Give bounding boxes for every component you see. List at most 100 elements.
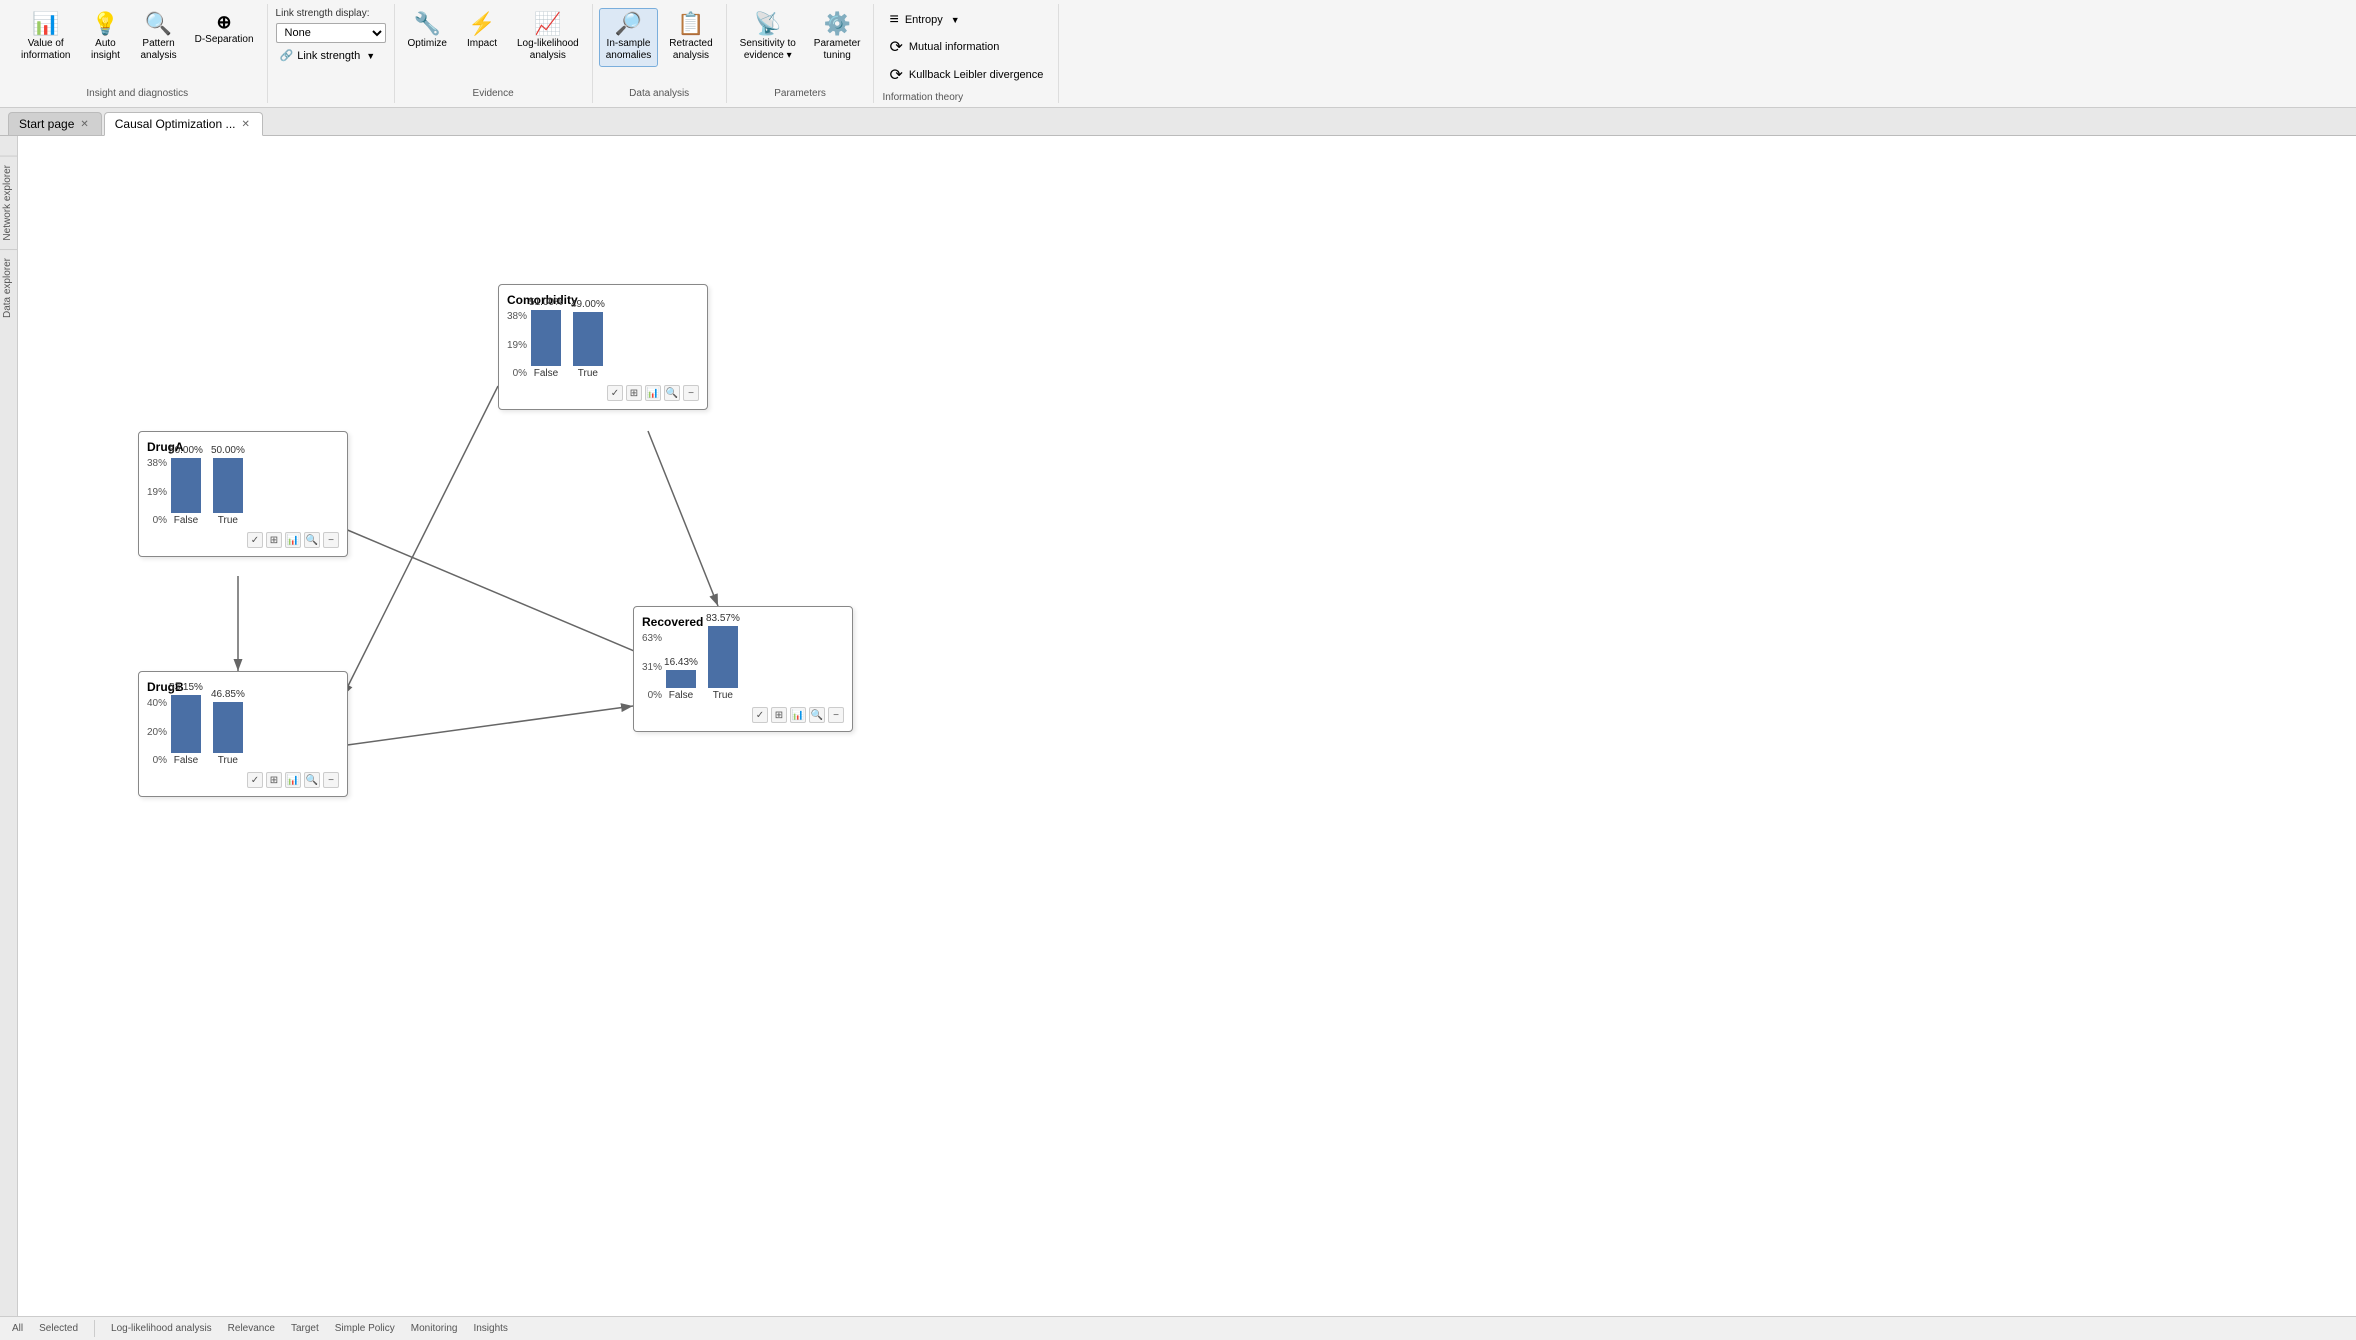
toolbar-data-analysis-items: 🔎 In-sample anomalies 📋 Retracted analys… (599, 8, 720, 84)
druga-node[interactable]: DrugA 38% 19% 0% 50.00% False 50.00% (138, 431, 348, 557)
comorbidity-node[interactable]: Comorbidity 38% 19% 0% 51.00% False 49.0… (498, 284, 708, 410)
bottom-simple-policy[interactable]: Simple Policy (331, 1321, 399, 1336)
insight-group-label: Insight and diagnostics (86, 86, 188, 99)
mutual-information-button[interactable]: ⟳ Mutual information (882, 34, 1050, 60)
pattern-icon: 🔍 (145, 13, 172, 35)
param-tuning-icon: ⚙️ (823, 13, 850, 35)
toolbar-group-parameters: 📡 Sensitivity to evidence ▾ ⚙️ Parameter… (727, 4, 875, 103)
tab-causal-close[interactable]: ✕ (239, 119, 251, 130)
recovered-y-axis: 63% 31% 0% (642, 633, 662, 703)
canvas-area[interactable]: Comorbidity 38% 19% 0% 51.00% False 49.0… (18, 136, 2356, 1316)
recovered-node[interactable]: Recovered 63% 31% 0% 16.43% False 83.57% (633, 606, 853, 732)
recovered-false-label: False (669, 690, 693, 701)
drugb-tool-table[interactable]: ⊞ (266, 772, 282, 788)
bottom-target[interactable]: Target (287, 1321, 323, 1336)
pattern-analysis-button[interactable]: 🔍 Pattern analysis (133, 8, 183, 67)
recovered-tool-table[interactable]: ⊞ (771, 707, 787, 723)
drugb-chart: 40% 20% 0% 53.15% False 46.85% True (147, 698, 339, 768)
drugb-tool-check[interactable]: ✓ (247, 772, 263, 788)
entropy-button[interactable]: ≡ Entropy ▼ (882, 8, 1050, 32)
recovered-tool-minus[interactable]: − (828, 707, 844, 723)
value-of-information-button[interactable]: 📊 Value of information (14, 8, 77, 67)
toolbar-group-evidence: 🔧 Optimize ⚡ Impact 📈 Log-likelihood ana… (395, 4, 593, 103)
recovered-bar-true: 83.57% True (706, 613, 740, 701)
bottom-log-likelihood[interactable]: Log-likelihood analysis (107, 1321, 216, 1336)
toolbar-group-data-analysis: 🔎 In-sample anomalies 📋 Retracted analys… (593, 4, 727, 103)
log-likelihood-button[interactable]: 📈 Log-likelihood analysis (510, 8, 586, 67)
entropy-icon: ≡ (889, 11, 898, 29)
optimize-icon: 🔧 (414, 13, 441, 35)
entropy-dropdown: ▼ (951, 15, 960, 25)
recovered-title: Recovered (642, 615, 844, 629)
comorbidity-tool-search[interactable]: 🔍 (664, 385, 680, 401)
druga-false-label: False (174, 515, 198, 526)
drugb-true-pct: 46.85% (211, 689, 245, 700)
log-likelihood-icon: 📈 (534, 13, 561, 35)
data-analysis-group-label: Data analysis (629, 86, 689, 99)
sensitivity-button[interactable]: 📡 Sensitivity to evidence ▾ (733, 8, 803, 67)
drugb-toolbar: ✓ ⊞ 📊 🔍 − (147, 772, 339, 788)
recovered-toolbar: ✓ ⊞ 📊 🔍 − (642, 707, 844, 723)
tab-start-page-close[interactable]: ✕ (78, 119, 90, 130)
bottom-all[interactable]: All (8, 1321, 27, 1336)
druga-bar-true: 50.00% True (211, 445, 245, 526)
auto-insight-label: Auto insight (91, 38, 120, 62)
drugb-tool-search[interactable]: 🔍 (304, 772, 320, 788)
d-separation-button[interactable]: ⊕ D-Separation (188, 8, 261, 51)
drugb-tool-chart[interactable]: 📊 (285, 772, 301, 788)
druga-chart: 38% 19% 0% 50.00% False 50.00% True (147, 458, 339, 528)
tab-start-page[interactable]: Start page ✕ (8, 112, 102, 135)
link-strength-dropdown-arrow: ▼ (366, 51, 375, 61)
impact-button[interactable]: ⚡ Impact (458, 8, 506, 55)
drugb-bar-true: 46.85% True (211, 689, 245, 766)
retracted-analysis-button[interactable]: 📋 Retracted analysis (662, 8, 719, 67)
comorbidity-tool-minus[interactable]: − (683, 385, 699, 401)
info-theory-group-label: Information theory (882, 90, 1050, 103)
recovered-true-pct: 83.57% (706, 613, 740, 624)
druga-tool-minus[interactable]: − (323, 532, 339, 548)
bottom-selected[interactable]: Selected (35, 1321, 82, 1336)
sidebar-item-network-explorer[interactable]: Network explorer (0, 156, 17, 249)
comorbidity-tool-table[interactable]: ⊞ (626, 385, 642, 401)
druga-tool-chart[interactable]: 📊 (285, 532, 301, 548)
recovered-tool-search[interactable]: 🔍 (809, 707, 825, 723)
link-strength-button[interactable]: 🔗 Link strength ▼ (276, 47, 386, 64)
druga-false-pct: 50.00% (169, 445, 203, 456)
kullback-leibler-button[interactable]: ⟳ Kullback Leibler divergence (882, 62, 1050, 88)
toolbar-evidence-items: 🔧 Optimize ⚡ Impact 📈 Log-likelihood ana… (401, 8, 586, 84)
bottom-relevance[interactable]: Relevance (224, 1321, 279, 1336)
bottom-separator-1 (94, 1320, 95, 1336)
drugb-true-label: True (218, 755, 238, 766)
drugb-node[interactable]: DrugB 40% 20% 0% 53.15% False 46.85% (138, 671, 348, 797)
drugb-tool-minus[interactable]: − (323, 772, 339, 788)
parameter-tuning-button[interactable]: ⚙️ Parameter tuning (807, 8, 868, 67)
comorbidity-bars: 51.00% False 49.00% True (529, 311, 605, 381)
sidebar-item-data-explorer[interactable]: Data explorer (0, 249, 17, 326)
comorbidity-true-label: True (578, 368, 598, 379)
link-strength-select[interactable]: None Link strength Mutual information Ku… (276, 23, 386, 43)
bottom-monitoring[interactable]: Monitoring (407, 1321, 462, 1336)
bottom-bar: All Selected Log-likelihood analysis Rel… (0, 1316, 2356, 1340)
tab-causal-optimization[interactable]: Causal Optimization ... ✕ (104, 112, 263, 136)
recovered-tool-chart[interactable]: 📊 (790, 707, 806, 723)
druga-tool-search[interactable]: 🔍 (304, 532, 320, 548)
drugb-false-pct: 53.15% (169, 682, 203, 693)
toolbar-group-insight: 📊 Value of information 💡 Auto insight 🔍 … (8, 4, 268, 103)
d-sep-icon: ⊕ (217, 13, 232, 31)
in-sample-anomalies-button[interactable]: 🔎 In-sample anomalies (599, 8, 659, 67)
recovered-tool-check[interactable]: ✓ (752, 707, 768, 723)
pattern-label: Pattern analysis (140, 38, 176, 62)
druga-toolbar: ✓ ⊞ 📊 🔍 − (147, 532, 339, 548)
optimize-button[interactable]: 🔧 Optimize (401, 8, 454, 55)
auto-insight-button[interactable]: 💡 Auto insight (81, 8, 129, 67)
bottom-insights[interactable]: Insights (469, 1321, 511, 1336)
main-layout: Network explorer Data explorer Co (0, 136, 2356, 1316)
comorbidity-tool-check[interactable]: ✓ (607, 385, 623, 401)
recovered-bar-true-rect (708, 626, 738, 688)
in-sample-icon: 🔎 (615, 13, 642, 35)
druga-tool-check[interactable]: ✓ (247, 532, 263, 548)
druga-tool-table[interactable]: ⊞ (266, 532, 282, 548)
druga-bar-false: 50.00% False (169, 445, 203, 526)
voi-label: Value of information (21, 38, 70, 62)
comorbidity-tool-chart[interactable]: 📊 (645, 385, 661, 401)
